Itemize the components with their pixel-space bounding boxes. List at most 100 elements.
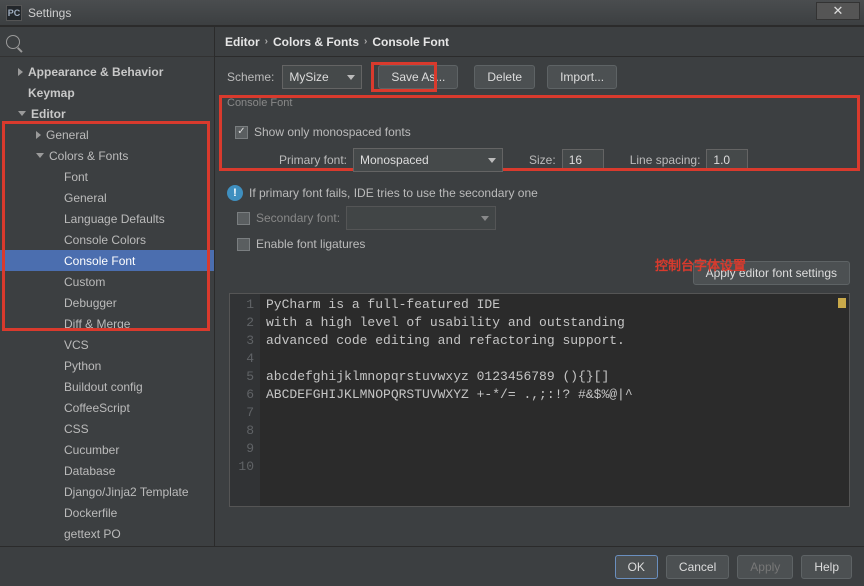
tree-item-label: Console Colors <box>64 233 146 247</box>
ok-button[interactable]: OK <box>615 555 658 579</box>
apply-button[interactable]: Apply <box>737 555 793 579</box>
tree-item[interactable]: Font <box>0 166 214 187</box>
tree-item-label: Colors & Fonts <box>49 149 128 163</box>
tree-item[interactable]: Console Colors <box>0 229 214 250</box>
preview-code: PyCharm is a full-featured IDEwith a hig… <box>260 294 639 506</box>
scheme-combobox[interactable]: MySize <box>282 65 362 89</box>
chevron-down-icon <box>36 153 44 158</box>
app-icon: PC <box>6 5 22 21</box>
tree-item[interactable]: Cucumber <box>0 439 214 460</box>
tree-item[interactable]: Colors & Fonts <box>0 145 214 166</box>
breadcrumb-editor: Editor <box>225 35 260 49</box>
line-spacing-label: Line spacing: <box>630 153 701 167</box>
info-text: If primary font fails, IDE tries to use … <box>249 186 538 200</box>
tree-item-label: Debugger <box>64 296 117 310</box>
chevron-right-icon <box>18 68 23 76</box>
search-icon <box>6 35 20 49</box>
chevron-down-icon <box>347 75 355 80</box>
tree-item-label: Language Defaults <box>64 212 165 226</box>
chevron-right-icon: › <box>265 36 268 47</box>
tree-item-label: Editor <box>31 107 66 121</box>
tree-item[interactable]: Keymap <box>0 82 214 103</box>
window-title: Settings <box>28 6 71 20</box>
console-font-legend: Console Font <box>225 97 854 109</box>
tree-item-label: Dockerfile <box>64 506 117 520</box>
tree-item[interactable]: gettext PO <box>0 523 214 544</box>
save-as-button[interactable]: Save As... <box>378 65 458 89</box>
chevron-down-icon <box>488 158 496 163</box>
dialog-footer: OK Cancel Apply Help <box>0 546 864 586</box>
tree-item[interactable]: Language Defaults <box>0 208 214 229</box>
tree-item[interactable]: Python <box>0 355 214 376</box>
breadcrumb-colors-fonts: Colors & Fonts <box>273 35 359 49</box>
cancel-button[interactable]: Cancel <box>666 555 729 579</box>
breadcrumb-console-font: Console Font <box>372 35 449 49</box>
show-monospaced-checkbox[interactable]: ✓ <box>235 126 248 139</box>
secondary-font-label: Secondary font: <box>256 211 340 225</box>
tree-item[interactable]: Buildout config <box>0 376 214 397</box>
tree-item[interactable]: General <box>0 187 214 208</box>
font-preview: 12345678910 PyCharm is a full-featured I… <box>229 293 850 507</box>
info-icon: ! <box>227 185 243 201</box>
tree-item[interactable]: Custom <box>0 271 214 292</box>
close-button[interactable]: ✕ <box>816 2 860 20</box>
tree-item-label: Font <box>64 170 88 184</box>
preview-gutter: 12345678910 <box>230 294 260 506</box>
tree-item[interactable]: Database <box>0 460 214 481</box>
tree-item-label: General <box>64 191 107 205</box>
chevron-down-icon <box>18 111 26 116</box>
chevron-right-icon <box>36 131 41 139</box>
tree-item-label: CSS <box>64 422 89 436</box>
tree-item-label: General <box>46 128 89 142</box>
secondary-font-checkbox[interactable]: ✓ <box>237 212 250 225</box>
preview-marker <box>838 298 846 308</box>
tree-item-label: Python <box>64 359 101 373</box>
primary-font-combobox[interactable]: Monospaced <box>353 148 503 172</box>
size-label: Size: <box>529 153 556 167</box>
tree-item-label: Appearance & Behavior <box>28 65 163 79</box>
delete-button[interactable]: Delete <box>474 65 535 89</box>
info-row: ! If primary font fails, IDE tries to us… <box>215 181 864 205</box>
scheme-value: MySize <box>289 70 328 84</box>
tree-item[interactable]: VCS <box>0 334 214 355</box>
tree-item-label: Custom <box>64 275 105 289</box>
tree-item[interactable]: Dockerfile <box>0 502 214 523</box>
tree-item[interactable]: CSS <box>0 418 214 439</box>
scheme-row: Scheme: MySize Save As... Delete Import.… <box>215 57 864 97</box>
ligatures-label: Enable font ligatures <box>256 237 365 251</box>
tree-item[interactable]: Diff & Merge <box>0 313 214 334</box>
scheme-label: Scheme: <box>227 70 274 84</box>
tree-item[interactable]: CoffeeScript <box>0 397 214 418</box>
tree-item-label: CoffeeScript <box>64 401 130 415</box>
tree-item[interactable]: Editor <box>0 103 214 124</box>
tree-item-label: Database <box>64 464 115 478</box>
tree-item[interactable]: Console Font <box>0 250 214 271</box>
tree-item-label: VCS <box>64 338 89 352</box>
tree-item-label: Buildout config <box>64 380 143 394</box>
tree-item[interactable]: Appearance & Behavior <box>0 61 214 82</box>
chevron-down-icon <box>481 216 489 221</box>
tree-item[interactable]: Django/Jinja2 Template <box>0 481 214 502</box>
tree-item-label: Cucumber <box>64 443 119 457</box>
tree-item-label: Console Font <box>64 254 135 268</box>
import-button[interactable]: Import... <box>547 65 617 89</box>
titlebar: PC Settings ✕ <box>0 0 864 26</box>
tree-item[interactable]: Debugger <box>0 292 214 313</box>
show-monospaced-label: Show only monospaced fonts <box>254 125 411 139</box>
settings-tree[interactable]: Appearance & Behavior Keymap Editor General… <box>0 57 214 546</box>
search-input[interactable] <box>26 35 208 49</box>
tree-item-label: Diff & Merge <box>64 317 130 331</box>
chevron-right-icon: › <box>364 36 367 47</box>
primary-font-label: Primary font: <box>279 153 347 167</box>
breadcrumb: Editor › Colors & Fonts › Console Font <box>215 27 864 57</box>
line-spacing-field[interactable]: 1.0 <box>706 149 748 171</box>
tree-item[interactable]: General <box>0 124 214 145</box>
sidebar: Appearance & Behavior Keymap Editor General… <box>0 27 215 546</box>
secondary-font-combobox[interactable] <box>346 206 496 230</box>
console-font-group: Console Font ✓ Show only monospaced font… <box>225 97 854 181</box>
primary-font-value: Monospaced <box>360 153 429 167</box>
apply-editor-font-button[interactable]: Apply editor font settings <box>693 261 850 285</box>
ligatures-checkbox[interactable]: ✓ <box>237 238 250 251</box>
help-button[interactable]: Help <box>801 555 852 579</box>
size-field[interactable]: 16 <box>562 149 604 171</box>
